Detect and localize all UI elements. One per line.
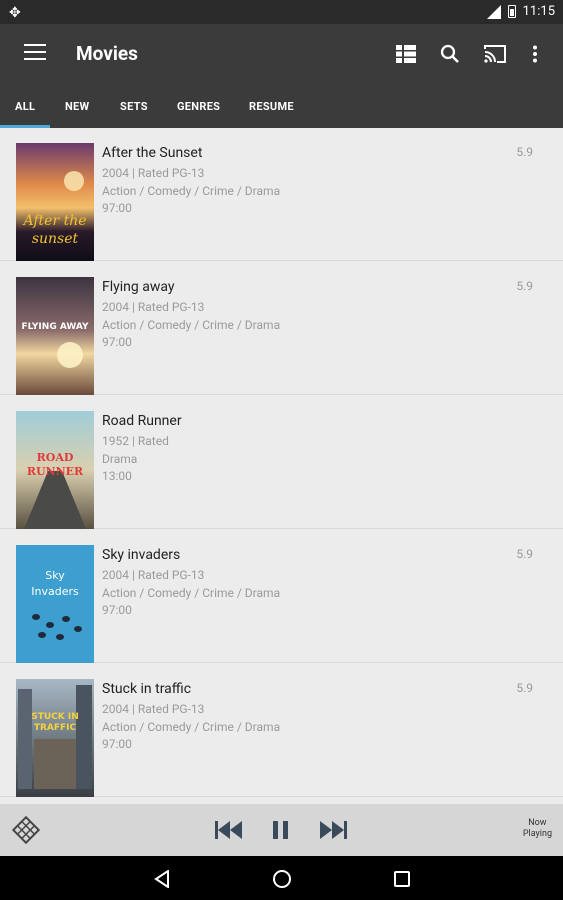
svg-text:TRAFFIC: TRAFFIC bbox=[34, 723, 77, 733]
kodi-logo-icon[interactable] bbox=[11, 815, 41, 848]
movie-title: Sky invaders bbox=[102, 547, 181, 563]
tab-resume[interactable]: RESUME bbox=[249, 100, 294, 113]
movie-runtime: 13:00 bbox=[102, 469, 132, 483]
now-playing-label-line1: Now bbox=[528, 818, 547, 828]
movie-info: 1952 | Rated bbox=[102, 434, 169, 448]
cast-icon[interactable] bbox=[479, 38, 511, 70]
svg-text:STUCK IN: STUCK IN bbox=[31, 712, 79, 722]
movie-title: Flying away bbox=[102, 279, 175, 295]
tab-all[interactable]: ALL bbox=[15, 100, 35, 113]
poster-image: After the sunset bbox=[16, 143, 94, 261]
poster-image: Sky Invaders bbox=[16, 545, 94, 663]
poster-image: ROAD RUNNER bbox=[16, 411, 94, 529]
movie-genres: Action / Comedy / Crime / Drama bbox=[102, 318, 281, 332]
movie-genres: Drama bbox=[102, 452, 138, 466]
tab-new[interactable]: NEW bbox=[65, 100, 89, 113]
home-icon[interactable] bbox=[270, 867, 294, 891]
movie-list: After the sunset After the Sunset 2004 |… bbox=[0, 128, 563, 804]
svg-text:RUNNER: RUNNER bbox=[27, 465, 84, 478]
movie-genres: Action / Comedy / Crime / Drama bbox=[102, 586, 281, 600]
system-nav-bar bbox=[0, 856, 563, 900]
list-item[interactable]: STUCK IN TRAFFIC Stuck in traffic 2004 |… bbox=[0, 664, 563, 797]
poster-image: FLYING AWAY bbox=[16, 277, 94, 395]
next-icon[interactable] bbox=[318, 816, 348, 844]
movie-runtime: 97:00 bbox=[102, 737, 132, 751]
pause-icon[interactable] bbox=[266, 816, 296, 844]
movie-rating: 5.9 bbox=[516, 547, 533, 561]
search-icon[interactable] bbox=[434, 38, 466, 70]
svg-text:Invaders: Invaders bbox=[31, 585, 79, 598]
svg-text:Sky: Sky bbox=[45, 569, 65, 582]
view-mode-icon[interactable] bbox=[390, 38, 422, 70]
back-icon[interactable] bbox=[150, 867, 174, 891]
kodi-notification-icon: ✥ bbox=[9, 5, 21, 21]
tab-sets[interactable]: SETS bbox=[120, 100, 148, 113]
list-item[interactable]: FLYING AWAY Flying away 2004 | Rated PG-… bbox=[0, 262, 563, 395]
movie-title: Stuck in traffic bbox=[102, 681, 192, 697]
movie-info: 2004 | Rated PG-13 bbox=[102, 166, 205, 180]
recents-icon[interactable] bbox=[390, 867, 414, 891]
movie-info: 2004 | Rated PG-13 bbox=[102, 568, 205, 582]
previous-icon[interactable] bbox=[214, 816, 244, 844]
tab-bar: ALL NEW SETS GENRES RESUME bbox=[0, 96, 563, 128]
menu-icon[interactable] bbox=[24, 44, 46, 62]
movie-title: Road Runner bbox=[102, 413, 182, 429]
movie-rating: 5.9 bbox=[516, 145, 533, 159]
now-playing-button[interactable]: Now Playing bbox=[523, 818, 552, 840]
svg-text:After the: After the bbox=[21, 213, 86, 229]
poster-image: STUCK IN TRAFFIC bbox=[16, 679, 94, 797]
movie-title: After the Sunset bbox=[102, 145, 203, 161]
movie-info: 2004 | Rated PG-13 bbox=[102, 300, 205, 314]
list-item[interactable]: Sky Invaders Sky invaders 2004 | Rated P… bbox=[0, 530, 563, 663]
list-item[interactable]: After the sunset After the Sunset 2004 |… bbox=[0, 128, 563, 261]
now-playing-label-line2: Playing bbox=[522, 829, 552, 839]
movie-rating: 5.9 bbox=[516, 681, 533, 695]
movie-rating: 5.9 bbox=[516, 279, 533, 293]
page-title: Movies bbox=[76, 42, 138, 65]
movie-info: 2004 | Rated PG-13 bbox=[102, 702, 205, 716]
movie-runtime: 97:00 bbox=[102, 201, 132, 215]
clock: 11:15 bbox=[522, 4, 555, 19]
mini-player: Now Playing bbox=[0, 804, 563, 856]
signal-icon bbox=[486, 4, 501, 19]
movie-genres: Action / Comedy / Crime / Drama bbox=[102, 184, 281, 198]
movie-runtime: 97:00 bbox=[102, 335, 132, 349]
svg-text:sunset: sunset bbox=[32, 231, 79, 247]
battery-icon bbox=[507, 5, 516, 18]
status-bar: ✥ 11:15 bbox=[0, 0, 563, 24]
svg-text:FLYING AWAY: FLYING AWAY bbox=[21, 322, 89, 332]
list-item[interactable]: ROAD RUNNER Road Runner 1952 | Rated Dra… bbox=[0, 396, 563, 529]
movie-runtime: 97:00 bbox=[102, 603, 132, 617]
movie-genres: Action / Comedy / Crime / Drama bbox=[102, 720, 281, 734]
tab-genres[interactable]: GENRES bbox=[177, 100, 220, 113]
app-bar: Movies ALL NEW SETS GENRES RESUME bbox=[0, 24, 563, 128]
more-options-icon[interactable] bbox=[519, 38, 551, 70]
svg-text:ROAD: ROAD bbox=[37, 451, 74, 464]
